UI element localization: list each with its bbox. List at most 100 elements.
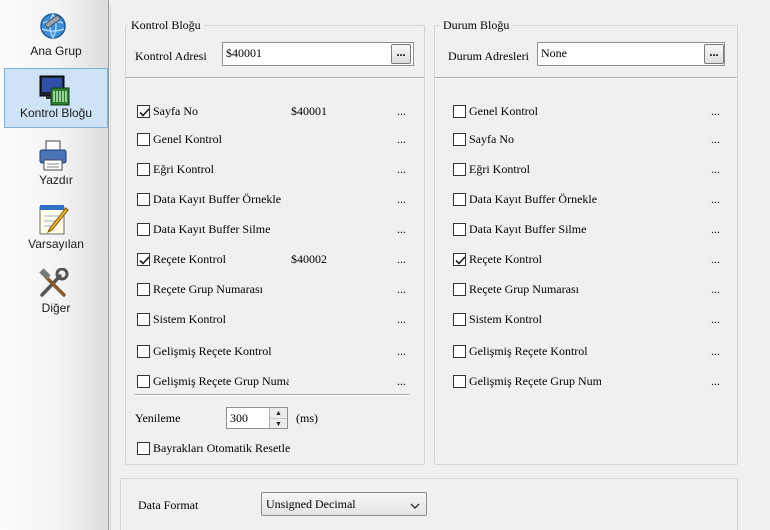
- data-format-label: Data Format: [138, 498, 199, 512]
- kontrol-option-label: Gelişmiş Reçete Kontrol: [153, 344, 272, 358]
- kontrol-option-row[interactable]: Data Kayıt Buffer Örnekle...: [137, 191, 411, 209]
- sidebar-item-diger[interactable]: Diğer: [4, 262, 108, 322]
- sidebar-item-varsayilan[interactable]: Varsayılan: [4, 198, 108, 258]
- kontrol-option-checkbox[interactable]: [137, 163, 150, 176]
- kontrol-option-row[interactable]: Genel Kontrol...: [137, 131, 411, 149]
- durum-option-label: Reçete Kontrol: [469, 252, 542, 266]
- kontrol-address-browse-button[interactable]: ...: [391, 44, 411, 64]
- durum-option-browse-button[interactable]: ...: [711, 374, 720, 389]
- refresh-value: 300: [230, 411, 248, 425]
- durum-option-checkbox[interactable]: [453, 345, 466, 358]
- kontrol-option-browse-button[interactable]: ...: [397, 192, 406, 207]
- durum-option-checkbox[interactable]: [453, 283, 466, 296]
- kontrol-option-browse-button[interactable]: ...: [397, 252, 406, 267]
- kontrol-option-row[interactable]: Sistem Kontrol...: [137, 311, 411, 329]
- kontrol-option-browse-button[interactable]: ...: [397, 132, 406, 147]
- durum-option-row[interactable]: Gelişmiş Reçete Kontrol...: [453, 343, 725, 361]
- kontrol-option-label: Eğri Kontrol: [153, 162, 214, 176]
- durum-option-browse-button[interactable]: ...: [711, 282, 720, 297]
- kontrol-address-field[interactable]: $40001: [222, 42, 414, 66]
- auto-reset-checkbox[interactable]: [137, 442, 150, 455]
- durum-option-checkbox[interactable]: [453, 133, 466, 146]
- printer-icon: [36, 140, 70, 172]
- data-format-value: Unsigned Decimal: [266, 497, 356, 511]
- kontrol-option-checkbox[interactable]: [137, 313, 150, 326]
- durum-option-row[interactable]: Reçete Kontrol...: [453, 251, 725, 269]
- spin-down-icon[interactable]: ▼: [270, 418, 287, 428]
- durum-option-browse-button[interactable]: ...: [711, 104, 720, 119]
- auto-reset-checkbox-row[interactable]: Bayrakları Otomatik Resetle: [137, 440, 317, 458]
- kontrol-option-checkbox[interactable]: [137, 133, 150, 146]
- durum-option-label: Reçete Grup Numarası: [469, 282, 579, 296]
- durum-option-browse-button[interactable]: ...: [711, 222, 720, 237]
- spin-up-icon[interactable]: ▲: [270, 408, 287, 418]
- durum-address-value: None: [541, 46, 567, 60]
- durum-option-row[interactable]: Data Kayıt Buffer Örnekle...: [453, 191, 725, 209]
- kontrol-option-label: Gelişmiş Reçete Grup Numa: [153, 374, 289, 388]
- durum-option-label: Sayfa No: [469, 132, 514, 146]
- refresh-unit: (ms): [296, 411, 318, 425]
- kontrol-option-address: $40001: [291, 104, 327, 118]
- durum-option-checkbox[interactable]: [453, 375, 466, 388]
- durum-option-label: Genel Kontrol: [469, 104, 538, 118]
- durum-option-browse-button[interactable]: ...: [711, 162, 720, 177]
- durum-option-row[interactable]: Sistem Kontrol...: [453, 311, 725, 329]
- monitor-keyboard-icon: [37, 75, 71, 107]
- sidebar-item-ana-grup[interactable]: Ana Grup: [4, 4, 108, 64]
- sidebar-item-label: Kontrol Bloğu: [19, 106, 93, 120]
- sidebar-item-label: Varsayılan: [28, 237, 84, 251]
- durum-option-row[interactable]: Gelişmiş Reçete Grup Num...: [453, 373, 725, 391]
- durum-option-checkbox[interactable]: [453, 193, 466, 206]
- kontrol-option-browse-button[interactable]: ...: [397, 222, 406, 237]
- kontrol-option-row[interactable]: Reçete Kontrol $40002...: [137, 251, 411, 269]
- kontrol-group: Kontrol Bloğu Kontrol Adresi $40001 ... …: [125, 18, 425, 465]
- kontrol-address-value: $40001: [226, 46, 262, 60]
- kontrol-option-checkbox[interactable]: [137, 345, 150, 358]
- sidebar-item-kontrol-blogu[interactable]: Kontrol Bloğu: [4, 68, 108, 128]
- kontrol-option-checkbox[interactable]: [137, 105, 150, 118]
- kontrol-option-label: Reçete Kontrol: [153, 252, 226, 266]
- kontrol-option-row[interactable]: Gelişmiş Reçete Grup Numa...: [137, 373, 411, 391]
- durum-option-checkbox[interactable]: [453, 163, 466, 176]
- kontrol-option-row[interactable]: Sayfa No $40001...: [137, 103, 411, 121]
- kontrol-option-row[interactable]: Data Kayıt Buffer Silme...: [137, 221, 411, 239]
- durum-option-checkbox[interactable]: [453, 253, 466, 266]
- data-format-select[interactable]: Unsigned Decimal: [261, 492, 427, 516]
- durum-address-browse-button[interactable]: ...: [704, 44, 724, 64]
- durum-option-browse-button[interactable]: ...: [711, 252, 720, 267]
- kontrol-option-row[interactable]: Eğri Kontrol...: [137, 161, 411, 179]
- kontrol-option-browse-button[interactable]: ...: [397, 312, 406, 327]
- durum-option-browse-button[interactable]: ...: [711, 132, 720, 147]
- kontrol-option-checkbox[interactable]: [137, 253, 150, 266]
- auto-reset-label: Bayrakları Otomatik Resetle: [153, 441, 291, 455]
- kontrol-option-browse-button[interactable]: ...: [397, 162, 406, 177]
- kontrol-option-checkbox[interactable]: [137, 223, 150, 236]
- durum-option-browse-button[interactable]: ...: [711, 192, 720, 207]
- durum-address-field[interactable]: None: [537, 42, 725, 66]
- durum-option-row[interactable]: Reçete Grup Numarası...: [453, 281, 725, 299]
- durum-address-label: Durum Adresleri: [448, 49, 529, 63]
- kontrol-option-checkbox[interactable]: [137, 193, 150, 206]
- durum-option-row[interactable]: Data Kayıt Buffer Silme...: [453, 221, 725, 239]
- durum-option-checkbox[interactable]: [453, 223, 466, 236]
- sidebar-item-yazdir[interactable]: Yazdır: [4, 134, 108, 194]
- refresh-spinner[interactable]: 300 ▲ ▼: [226, 407, 288, 429]
- kontrol-option-label: Genel Kontrol: [153, 132, 222, 146]
- kontrol-option-row[interactable]: Gelişmiş Reçete Kontrol...: [137, 343, 411, 361]
- durum-option-browse-button[interactable]: ...: [711, 312, 720, 327]
- kontrol-option-row[interactable]: Reçete Grup Numarası...: [137, 281, 411, 299]
- kontrol-option-browse-button[interactable]: ...: [397, 104, 406, 119]
- durum-option-checkbox[interactable]: [453, 313, 466, 326]
- durum-option-row[interactable]: Genel Kontrol...: [453, 103, 725, 121]
- kontrol-option-browse-button[interactable]: ...: [397, 374, 406, 389]
- kontrol-group-title: Kontrol Bloğu: [128, 18, 204, 33]
- kontrol-option-checkbox[interactable]: [137, 375, 150, 388]
- kontrol-option-checkbox[interactable]: [137, 283, 150, 296]
- kontrol-option-browse-button[interactable]: ...: [397, 344, 406, 359]
- durum-option-row[interactable]: Sayfa No...: [453, 131, 725, 149]
- durum-option-row[interactable]: Eğri Kontrol...: [453, 161, 725, 179]
- sidebar-item-label: Diğer: [41, 301, 71, 315]
- kontrol-option-browse-button[interactable]: ...: [397, 282, 406, 297]
- durum-option-checkbox[interactable]: [453, 105, 466, 118]
- durum-option-browse-button[interactable]: ...: [711, 344, 720, 359]
